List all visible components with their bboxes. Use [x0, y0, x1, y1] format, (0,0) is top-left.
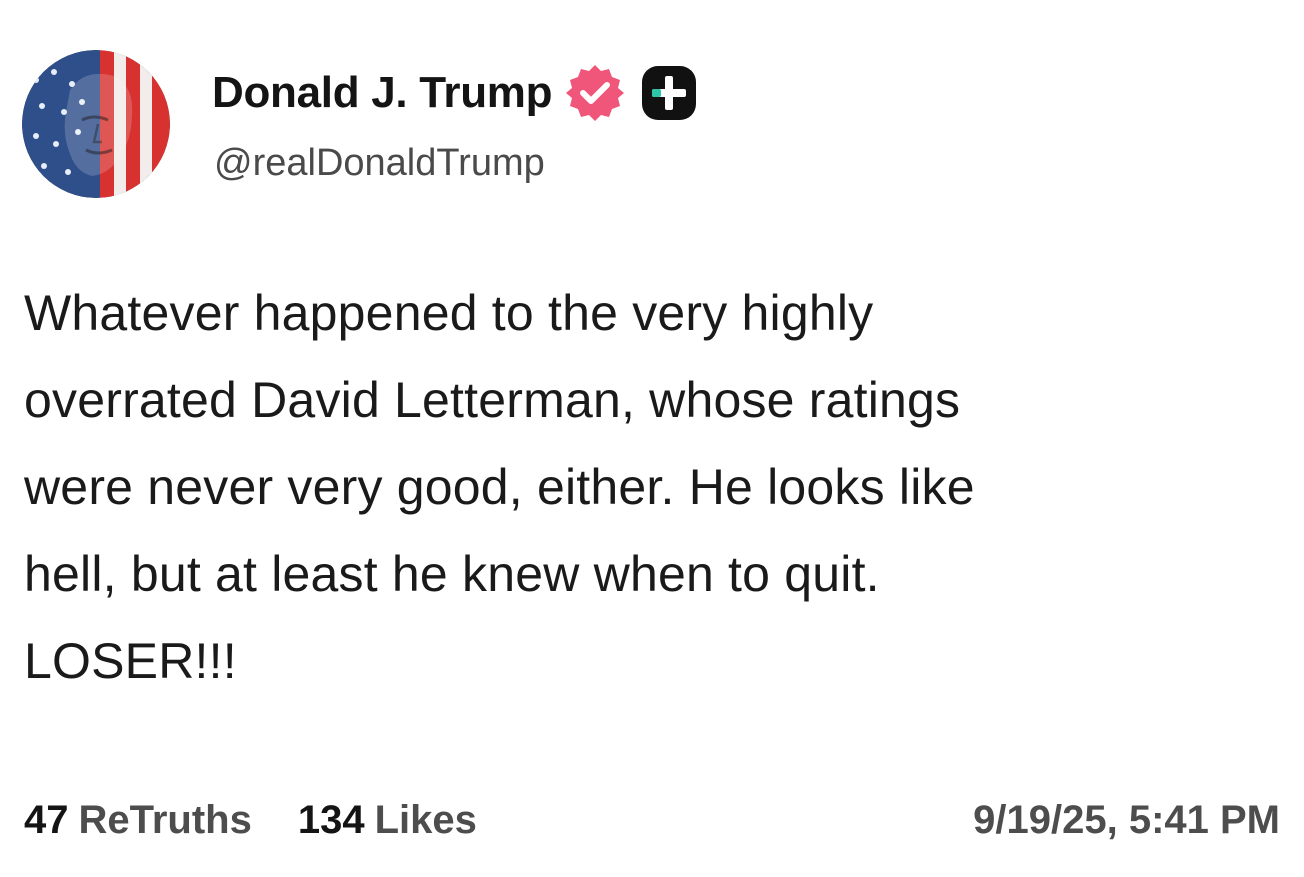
post-body-line: hell, but at least he knew when to quit.	[24, 546, 880, 602]
author-row: Donald J. Trump	[212, 62, 700, 124]
author-handle[interactable]: @realDonaldTrump	[214, 142, 545, 185]
likes-label: Likes	[374, 797, 477, 842]
likes-count: 134	[297, 797, 365, 842]
truth-post: Donald J. Trump @realDonaldTrump Whateve…	[0, 0, 1304, 877]
verified-badge-icon	[564, 62, 626, 124]
post-body-line: Whatever happened to the very highly	[24, 285, 874, 341]
retruths-count: 47	[24, 797, 69, 842]
display-name[interactable]: Donald J. Trump	[212, 68, 553, 118]
post-footer: 47 ReTruths 134 Likes 9/19/25, 5:41 PM	[24, 790, 1280, 850]
post-body-line: LOSER!!!	[24, 633, 237, 689]
likes-stat[interactable]: 134 Likes	[298, 798, 477, 843]
post-body-line: overrated David Letterman, whose ratings	[24, 372, 961, 428]
post-body-line: were never very good, either. He looks l…	[24, 459, 975, 515]
avatar[interactable]	[22, 50, 170, 198]
plus-badge-icon	[638, 62, 700, 124]
post-timestamp[interactable]: 9/19/25, 5:41 PM	[973, 798, 1280, 843]
post-body: Whatever happened to the very highly ove…	[24, 270, 1284, 705]
retruths-stat[interactable]: 47 ReTruths	[24, 798, 252, 843]
retruths-label: ReTruths	[78, 797, 252, 842]
flag-portrait-icon	[22, 50, 170, 198]
